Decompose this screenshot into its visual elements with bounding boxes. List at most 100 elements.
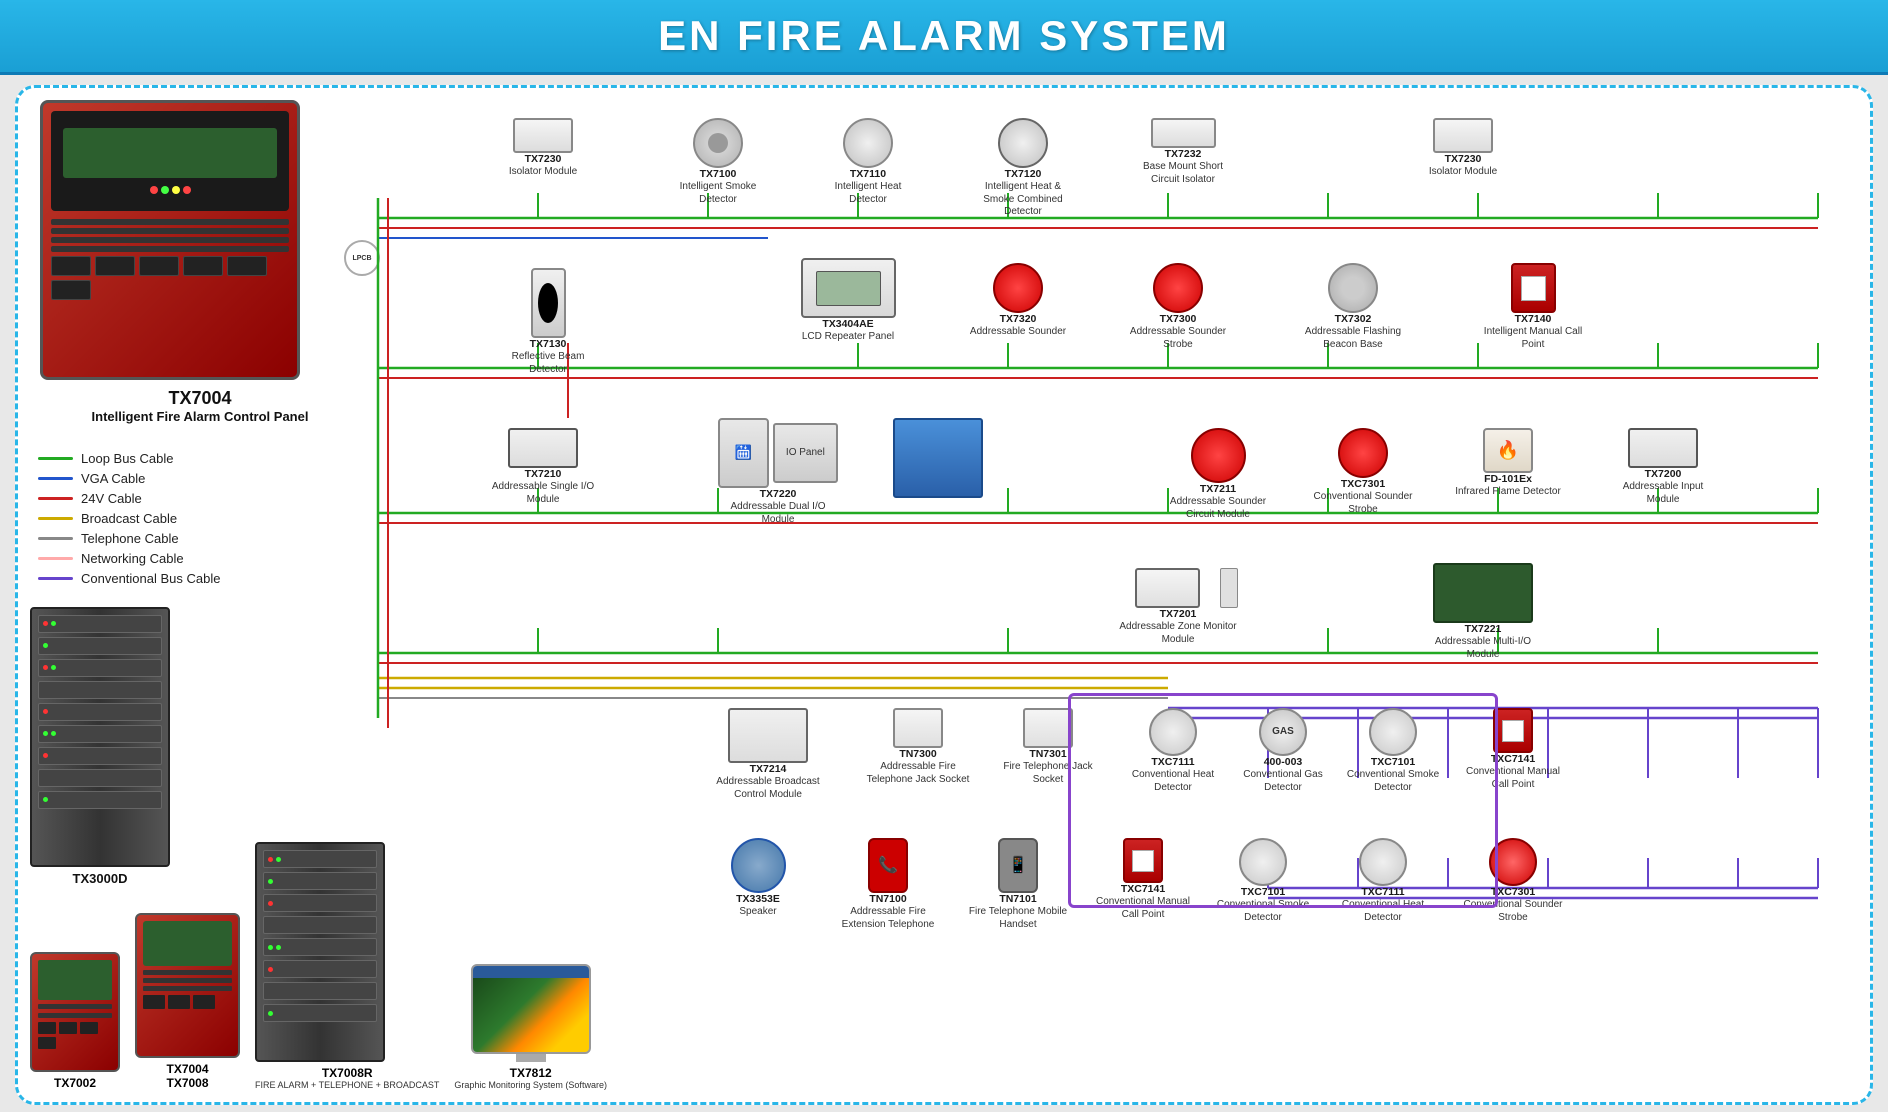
- tx7230-1-image: [513, 118, 573, 153]
- telephone-label: Telephone Cable: [81, 531, 179, 546]
- tx7232-image: [1151, 118, 1216, 148]
- tn7100-desc: Addressable Fire Extension Telephone: [828, 906, 948, 931]
- tx7008r-label: TX7008R: [255, 1066, 439, 1080]
- tx3404ae-image: [801, 258, 896, 318]
- vga-line: [38, 477, 73, 480]
- legend-broadcast: Broadcast Cable: [38, 511, 362, 526]
- main-control-panel-image: [40, 100, 300, 380]
- tn7300-image: [893, 708, 943, 748]
- panel-title: TX7004 Intelligent Fire Alarm Control Pa…: [30, 388, 370, 426]
- txc7301-1-model: TXC7301: [1308, 478, 1418, 491]
- device-tx7302: TX7302 Addressable Flashing Beacon Base: [1298, 263, 1408, 351]
- tn7101-image: 📱: [998, 838, 1038, 893]
- legend-24v: 24V Cable: [38, 491, 362, 506]
- tx7120-desc: Intelligent Heat & Smoke Combined Detect…: [968, 181, 1078, 219]
- tx3353e-model: TX3353E: [708, 893, 808, 906]
- broadcast-line: [38, 517, 73, 520]
- tx7004-7008-section: TX7004 TX7008: [135, 913, 240, 1090]
- panel-model: TX7004: [30, 388, 370, 409]
- device-tx7230-2: TX7230 Isolator Module: [1418, 118, 1508, 179]
- txc7301-1-image: [1338, 428, 1388, 478]
- device-tx7320: TX7320 Addressable Sounder: [968, 263, 1068, 339]
- tx3353e-desc: Speaker: [708, 906, 808, 919]
- tx7110-model: TX7110: [818, 168, 918, 181]
- device-tn7101: 📱 TN7101 Fire Telephone Mobile Handset: [958, 838, 1078, 931]
- tx7210-desc: Addressable Single I/O Module: [488, 481, 598, 506]
- 24v-label: 24V Cable: [81, 491, 142, 506]
- tx3000d-image: [30, 607, 170, 867]
- device-tx7300: TX7300 Addressable Sounder Strobe: [1128, 263, 1228, 351]
- tx7120-image: [998, 118, 1048, 168]
- main-container: LPCB TX7004 Intelligent Fire Alarm Contr…: [15, 85, 1873, 1105]
- tx7210-model: TX7210: [488, 468, 598, 481]
- device-tx7210: TX7210 Addressable Single I/O Module: [488, 428, 598, 506]
- tx7140-image: [1511, 263, 1556, 313]
- networking-label: Networking Cable: [81, 551, 184, 566]
- tx7214-desc: Addressable Broadcast Control Module: [708, 776, 828, 801]
- tx7302-image: [1328, 263, 1378, 313]
- tx7110-image: [843, 118, 893, 168]
- tx3353e-image: [731, 838, 786, 893]
- tx7300-model: TX7300: [1128, 313, 1228, 326]
- tx7300-desc: Addressable Sounder Strobe: [1128, 326, 1228, 351]
- tx7130-desc: Reflective Beam Detector: [498, 351, 598, 376]
- device-tx7220: 🛗 IO Panel TX7220 Addressable Dual I/O M…: [718, 418, 838, 526]
- device-tx7211: TX7211 Addressable Sounder Circuit Modul…: [1158, 428, 1278, 521]
- tx7100-image: [693, 118, 743, 168]
- tx7230-1-desc: Isolator Module: [498, 166, 588, 179]
- tx7210-image: [508, 428, 578, 468]
- device-tx7120: TX7120 Intelligent Heat & Smoke Combined…: [968, 118, 1078, 219]
- legend: Loop Bus Cable VGA Cable 24V Cable Broad…: [30, 438, 370, 599]
- tx7230-1-model: TX7230: [498, 153, 588, 166]
- device-tx7110: TX7110 Intelligent Heat Detector: [818, 118, 918, 206]
- tn7100-image: 📞: [868, 838, 908, 893]
- bottom-left-section: TX7002 TX7004 TX7008: [30, 842, 607, 1090]
- tx7320-image: [993, 263, 1043, 313]
- txc7301-1-desc: Conventional Sounder Strobe: [1308, 491, 1418, 516]
- device-door-controller: [878, 418, 998, 498]
- tn7101-desc: Fire Telephone Mobile Handset: [958, 906, 1078, 931]
- conventional-section-border: [1068, 693, 1498, 908]
- tx7232-model: TX7232: [1128, 148, 1238, 161]
- door-controller-image: [893, 418, 983, 498]
- tx7120-model: TX7120: [968, 168, 1078, 181]
- tx7200-model: TX7200: [1608, 468, 1718, 481]
- tx7230-2-model: TX7230: [1418, 153, 1508, 166]
- tx7140-desc: Intelligent Manual Call Point: [1478, 326, 1588, 351]
- conventional-line: [38, 577, 73, 580]
- device-tx7140: TX7140 Intelligent Manual Call Point: [1478, 263, 1588, 351]
- tx7201-desc: Addressable Zone Monitor Module: [1118, 621, 1238, 646]
- tx7230-2-desc: Isolator Module: [1418, 166, 1508, 179]
- legend-conventional: Conventional Bus Cable: [38, 571, 362, 586]
- panel-description: Intelligent Fire Alarm Control Panel: [30, 409, 370, 426]
- tx7812-image: [471, 964, 591, 1054]
- tx7008r-image: [255, 842, 385, 1062]
- telephone-line: [38, 537, 73, 540]
- fd101ex-desc: Infrared Flame Detector: [1448, 486, 1568, 499]
- fd101ex-model: FD-101Ex: [1448, 473, 1568, 486]
- fd101ex-image: 🔥: [1483, 428, 1533, 473]
- device-tx7200: TX7200 Addressable Input Module: [1608, 428, 1718, 506]
- tx7221-desc: Addressable Multi-I/O Module: [1418, 636, 1548, 661]
- conventional-bus-label: Conventional Bus Cable: [81, 571, 220, 586]
- tx7220-desc: Addressable Dual I/O Module: [718, 501, 838, 526]
- 24v-line: [38, 497, 73, 500]
- device-tx7201: TX7201 Addressable Zone Monitor Module: [1118, 568, 1238, 646]
- tx3404ae-model: TX3404AE: [788, 318, 908, 331]
- networking-line: [38, 557, 73, 560]
- device-tx7130: TX7130 Reflective Beam Detector: [498, 268, 598, 376]
- vga-label: VGA Cable: [81, 471, 145, 486]
- tx7211-desc: Addressable Sounder Circuit Module: [1158, 496, 1278, 521]
- tx7201-image: [1135, 568, 1200, 608]
- device-tx3353e: TX3353E Speaker: [708, 838, 808, 919]
- tx7200-image: [1628, 428, 1698, 468]
- tx7214-image: [728, 708, 808, 763]
- tx7100-desc: Intelligent Smoke Detector: [668, 181, 768, 206]
- tx7002-image: [30, 952, 120, 1072]
- tx7320-model: TX7320: [968, 313, 1068, 326]
- tx7812-label: TX7812: [454, 1066, 607, 1080]
- tx7130-image: [531, 268, 566, 338]
- device-tx7230-1: TX7230 Isolator Module: [498, 118, 588, 179]
- tx7100-model: TX7100: [668, 168, 768, 181]
- device-tn7100: 📞 TN7100 Addressable Fire Extension Tele…: [828, 838, 948, 931]
